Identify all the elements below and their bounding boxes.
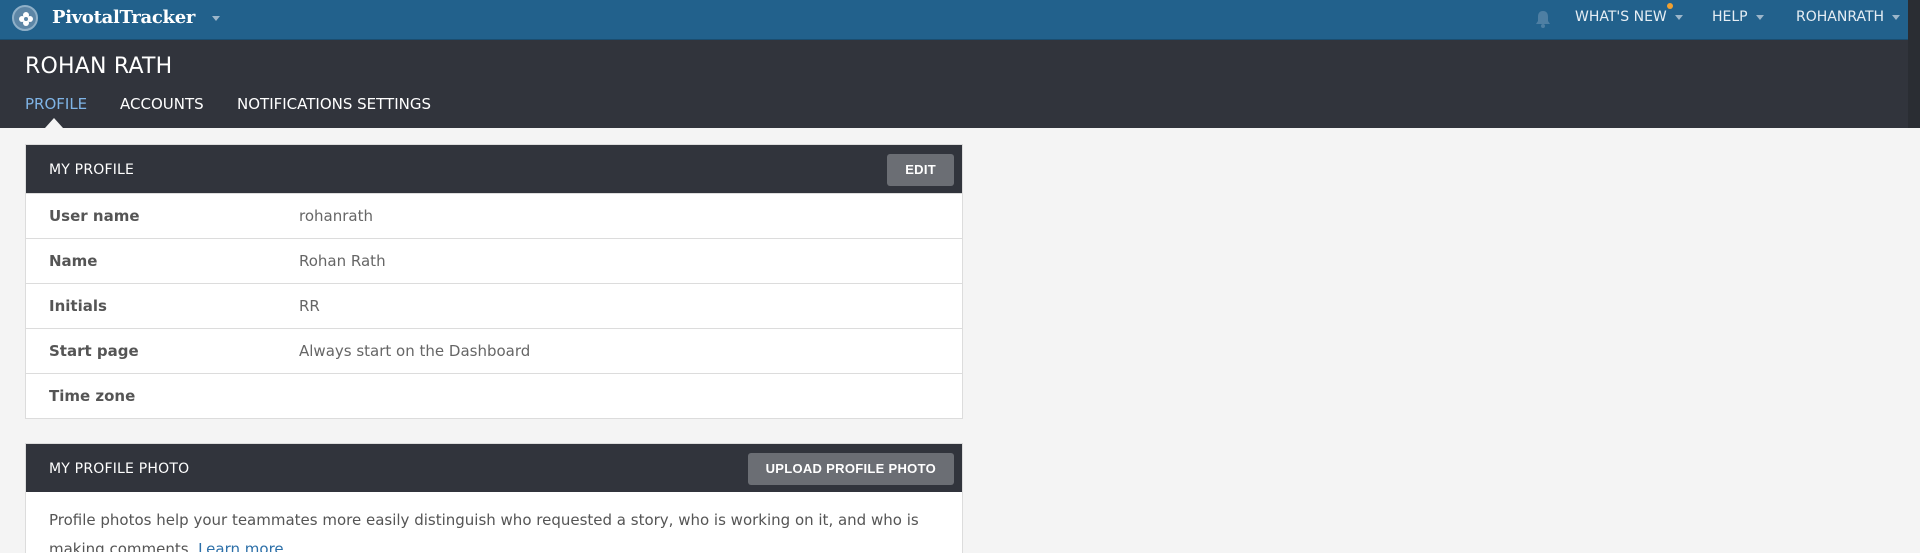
- chevron-down-icon: [1755, 14, 1764, 20]
- profile-row-username: User name rohanrath: [26, 193, 962, 238]
- tab-profile[interactable]: PROFILE: [25, 95, 87, 113]
- profile-row-time-zone: Time zone: [26, 373, 962, 418]
- help-menu[interactable]: HELP: [1712, 9, 1764, 25]
- tab-notifications-settings[interactable]: NOTIFICATIONS SETTINGS: [237, 95, 431, 113]
- my-profile-panel: MY PROFILE EDIT User name rohanrath Name…: [25, 144, 963, 419]
- row-value: Always start on the Dashboard: [299, 342, 531, 360]
- tab-accounts[interactable]: ACCOUNTS: [120, 95, 204, 113]
- row-label: Time zone: [49, 387, 136, 405]
- chevron-down-icon[interactable]: [212, 16, 220, 21]
- page-title: ROHAN RATH: [25, 54, 173, 79]
- photo-description-text: Profile photos help your teammates more …: [49, 511, 919, 552]
- edit-button[interactable]: EDIT: [887, 154, 954, 186]
- upload-profile-photo-button[interactable]: UPLOAD PROFILE PHOTO: [747, 453, 954, 485]
- profile-row-start-page: Start page Always start on the Dashboard: [26, 328, 962, 373]
- scrollbar-top: [1908, 0, 1920, 128]
- row-label: Start page: [49, 342, 139, 360]
- user-menu-label: ROHANRATH: [1796, 9, 1885, 25]
- chevron-down-icon: [1892, 14, 1901, 20]
- row-label: User name: [49, 207, 140, 225]
- page-header: ROHAN RATH PROFILE ACCOUNTS NOTIFICATION…: [0, 40, 1908, 128]
- my-profile-photo-panel: MY PROFILE PHOTO UPLOAD PROFILE PHOTO Pr…: [25, 443, 963, 553]
- whats-new-label: WHAT'S NEW: [1575, 9, 1667, 25]
- notification-dot: [1667, 3, 1673, 9]
- active-tab-indicator: [45, 118, 63, 128]
- scrollbar[interactable]: [1908, 128, 1920, 553]
- row-value: rohanrath: [299, 207, 373, 225]
- panel-header: MY PROFILE PHOTO UPLOAD PROFILE PHOTO: [26, 444, 962, 492]
- whats-new-menu[interactable]: WHAT'S NEW: [1575, 9, 1683, 25]
- row-label: Initials: [49, 297, 107, 315]
- profile-row-initials: Initials RR: [26, 283, 962, 328]
- chevron-down-icon: [1674, 14, 1683, 20]
- brand-name[interactable]: PivotalTracker: [52, 7, 195, 28]
- learn-more-link[interactable]: Learn more: [198, 540, 284, 552]
- panel-title: MY PROFILE PHOTO: [49, 461, 190, 477]
- row-label: Name: [49, 252, 98, 270]
- profile-row-name: Name Rohan Rath: [26, 238, 962, 283]
- photo-description: Profile photos help your teammates more …: [26, 492, 962, 552]
- top-bar: PivotalTracker WHAT'S NEW HELP ROHANRATH: [0, 0, 1908, 40]
- row-value: Rohan Rath: [299, 252, 386, 270]
- bell-icon[interactable]: [1532, 8, 1554, 30]
- user-menu[interactable]: ROHANRATH: [1796, 9, 1901, 25]
- panel-title: MY PROFILE: [49, 162, 135, 178]
- row-value: RR: [299, 297, 320, 315]
- pivotal-logo-icon[interactable]: [12, 5, 38, 31]
- panel-header: MY PROFILE EDIT: [26, 145, 962, 193]
- help-label: HELP: [1712, 9, 1748, 25]
